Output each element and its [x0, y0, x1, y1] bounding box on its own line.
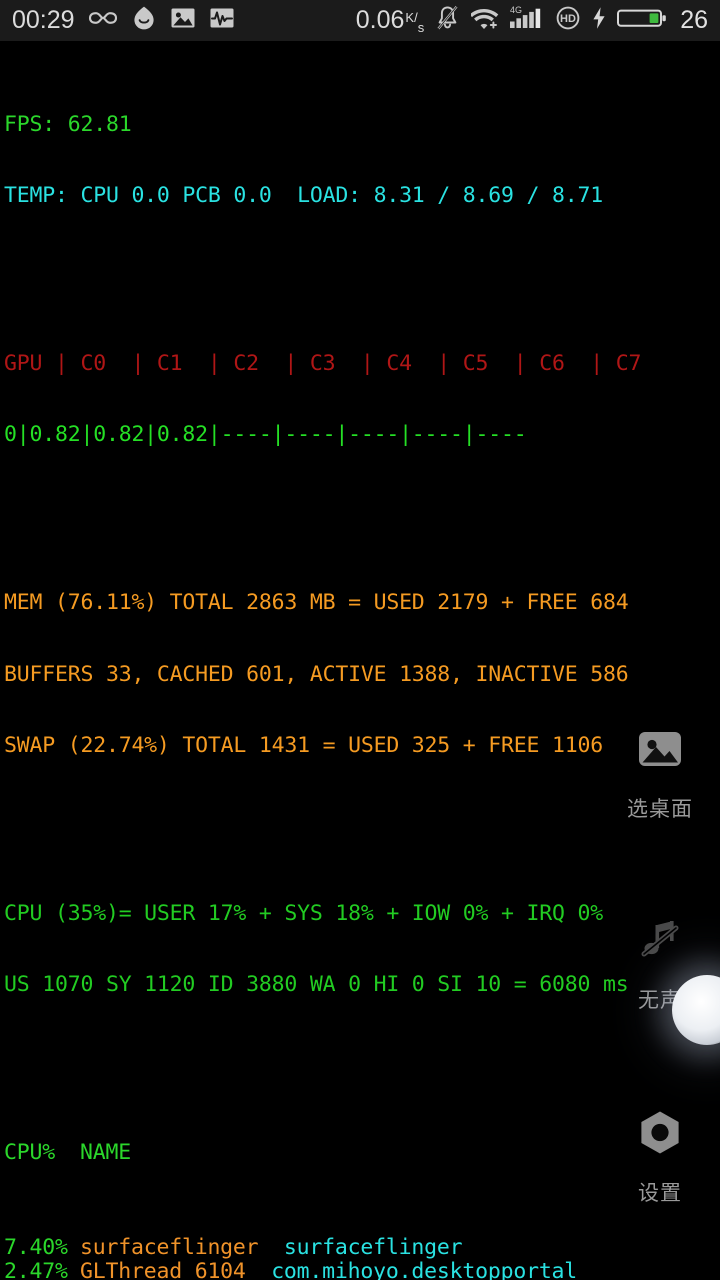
- process-row: 2.47% GLThread 6104 com.mihoyo.desktoppor…: [4, 1260, 720, 1280]
- battery-icon: [617, 5, 667, 36]
- gpu-core-header: GPU | C0 | C1 | C2 | C3 | C4 | C5 | C6 |…: [4, 350, 642, 376]
- process-cpu-percent: 7.40%: [4, 1235, 68, 1261]
- process-column-spacer: [246, 1259, 272, 1280]
- process-package-name: com.mihoyo.desktopportal: [271, 1259, 578, 1280]
- column-header-name: NAME: [80, 1139, 131, 1165]
- floating-action-panel: 选桌面 无声 设置: [600, 720, 720, 1207]
- gallery-icon: [170, 5, 196, 36]
- status-bar: 00:29 0.06K/s 4G HD 26: [0, 0, 720, 41]
- signal-bars-icon: 4G: [510, 5, 544, 36]
- status-clock: 00:29: [12, 6, 75, 34]
- process-thread-name: GLThread 6104: [80, 1259, 246, 1280]
- process-package-name: surfaceflinger: [283, 1235, 463, 1261]
- charging-bolt-icon: [592, 6, 606, 35]
- temp-load-line: TEMP: CPU 0.0 PCB 0.0 LOAD: 8.31 / 8.69 …: [4, 183, 603, 209]
- notification-muted-icon: [435, 5, 460, 36]
- panel-item-wallpaper[interactable]: 选桌面: [627, 720, 693, 823]
- svg-text:4G: 4G: [510, 5, 522, 15]
- process-row: 7.40% surfaceflinger surfaceflinger: [4, 1236, 720, 1260]
- process-thread-name: surfaceflinger: [80, 1235, 259, 1261]
- flyme-drop-icon: [131, 5, 157, 36]
- process-list: 7.40% surfaceflinger surfaceflinger 2.47% G…: [4, 1236, 720, 1280]
- network-speed: 0.06K/s: [355, 6, 425, 35]
- phone-screen: 00:29 0.06K/s 4G HD 26 FPS: 62.81 TEMP: …: [0, 0, 720, 1280]
- volte-hd-icon: HD: [555, 5, 581, 36]
- status-bar-left: 00:29: [12, 5, 235, 36]
- panel-item-settings[interactable]: 设置: [631, 1104, 689, 1207]
- music-muted-icon: [631, 911, 689, 969]
- settings-nut-icon: [631, 1104, 689, 1162]
- fps-line: FPS: 62.81: [4, 111, 132, 137]
- status-bar-right: 0.06K/s 4G HD 26: [356, 5, 708, 36]
- process-column-spacer: [258, 1235, 284, 1260]
- process-cpu-percent: 2.47%: [4, 1259, 68, 1280]
- panel-item-label: 选桌面: [627, 798, 693, 821]
- panel-item-label: 设置: [638, 1182, 682, 1205]
- svg-text:HD: HD: [560, 13, 576, 25]
- monitor-wave-icon: [209, 5, 235, 36]
- mem-line-2: BUFFERS 33, CACHED 601, ACTIVE 1388, INA…: [4, 661, 629, 687]
- infinity-icon: [88, 9, 118, 32]
- gpu-core-values: 0|0.82|0.82|0.82|----|----|----|----|---…: [4, 422, 527, 448]
- mem-line-1: MEM (76.11%) TOTAL 2863 MB = USED 2179 +…: [4, 589, 629, 615]
- battery-percent: 26: [680, 6, 708, 34]
- column-header-cpu: CPU%: [4, 1139, 55, 1165]
- gallery-icon: [631, 720, 689, 778]
- wifi-icon: [469, 6, 499, 35]
